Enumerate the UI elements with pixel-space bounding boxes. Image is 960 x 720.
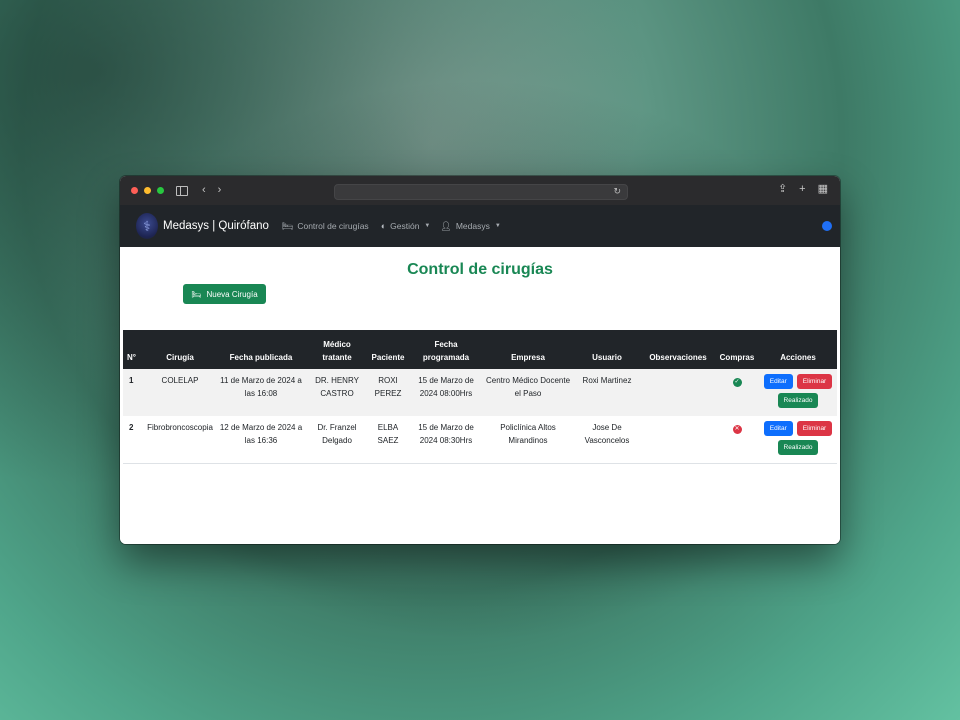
cell-fecha-programada: 15 de Marzo de 2024 08:00Hrs xyxy=(409,369,483,416)
page-title: Control de cirugías xyxy=(407,261,553,278)
cell-fecha-publicada: 12 de Marzo de 2024 a las 16:36 xyxy=(215,416,307,464)
row-actions: Editar Eliminar Realizado xyxy=(761,374,835,408)
cell-empresa: Policlínica Altos Mirandinos xyxy=(483,416,573,464)
done-button[interactable]: Realizado xyxy=(777,440,819,455)
tab-overview-icon[interactable]: ▦ xyxy=(818,184,828,195)
new-tab-icon[interactable]: + xyxy=(799,184,805,195)
nav-label: Gestión xyxy=(390,221,420,231)
delete-button[interactable]: Eliminar xyxy=(796,374,833,389)
header-cirugia: Cirugía xyxy=(145,330,215,369)
table-header-row: N° Cirugía Fecha publicada Médico tratan… xyxy=(123,330,837,369)
chevron-down-icon: ▼ xyxy=(494,223,501,229)
address-bar[interactable]: ↻ xyxy=(334,184,628,200)
x-circle-icon: ✕ xyxy=(732,425,742,434)
cell-observaciones xyxy=(641,416,715,464)
caduceus-logo-icon[interactable]: ⚕ xyxy=(136,213,158,239)
brand-name[interactable]: Medasys | Quirófano xyxy=(163,220,269,232)
header-paciente: Paciente xyxy=(367,330,409,369)
done-button[interactable]: Realizado xyxy=(777,393,819,408)
edit-button[interactable]: Editar xyxy=(763,374,793,389)
new-surgery-button[interactable]: 🛏︎ Nueva Cirugía xyxy=(183,284,266,304)
header-fecha-programada: Fecha programada xyxy=(409,330,483,369)
browser-window: ‹ › ↻ ⇪ + ▦ ⚕ Medasys | Quirófano 🛏︎ Con… xyxy=(120,176,840,544)
browser-titlebar: ‹ › ↻ ⇪ + ▦ xyxy=(120,176,840,205)
browser-actions: ⇪ + ▦ xyxy=(778,184,828,195)
table-row: 2 Fibrobroncoscopia 12 de Marzo de 2024 … xyxy=(123,416,837,464)
cell-num: 1 xyxy=(123,369,145,416)
main-content: Control de cirugías 🛏︎ Nueva Cirugía N° … xyxy=(120,247,840,544)
chevron-down-icon: ▼ xyxy=(424,223,431,229)
nav-label: Control de cirugías xyxy=(297,221,369,231)
header-medico: Médico tratante xyxy=(307,330,367,369)
user-icon: 👤︎ xyxy=(440,220,452,231)
cell-compras: ✓ xyxy=(715,369,759,416)
status-indicator xyxy=(822,221,832,231)
nav-label: Medasys xyxy=(455,221,490,231)
minimize-window-button[interactable] xyxy=(144,187,151,194)
back-icon[interactable]: ‹ xyxy=(202,185,206,196)
nav-gestion-dropdown[interactable]: ◐ Gestión ▼ xyxy=(381,221,431,231)
cell-usuario: Jose De Vasconcelos xyxy=(573,416,641,464)
nav-user-dropdown[interactable]: 👤︎ Medasys ▼ xyxy=(440,221,500,232)
cell-cirugia: Fibrobroncoscopia xyxy=(145,416,215,464)
zoom-window-button[interactable] xyxy=(157,187,164,194)
header-fecha-publicada: Fecha publicada xyxy=(215,330,307,369)
cell-cirugia: COLELAP xyxy=(145,369,215,416)
app-navbar: ⚕ Medasys | Quirófano 🛏︎ Control de ciru… xyxy=(120,205,840,247)
shield-icon: ◐ xyxy=(380,221,387,231)
bed-icon: 🛏︎ xyxy=(281,220,294,231)
new-surgery-label: Nueva Cirugía xyxy=(206,289,258,299)
row-actions: Editar Eliminar Realizado xyxy=(761,421,835,455)
share-icon[interactable]: ⇪ xyxy=(778,184,787,195)
row-actions-top: Editar Eliminar xyxy=(763,421,833,436)
cell-medico: Dr. Franzel Delgado xyxy=(307,416,367,464)
cell-observaciones xyxy=(641,369,715,416)
nav-control-cirugias[interactable]: 🛏︎ Control de cirugías xyxy=(282,221,369,232)
header-usuario: Usuario xyxy=(573,330,641,369)
window-controls xyxy=(131,187,164,194)
cell-fecha-publicada: 11 de Marzo de 2024 a las 16:08 xyxy=(215,369,307,416)
cell-usuario: Roxi Martinez xyxy=(573,369,641,416)
surgeries-table: N° Cirugía Fecha publicada Médico tratan… xyxy=(123,330,837,464)
cell-acciones: Editar Eliminar Realizado xyxy=(759,416,837,464)
header-acciones: Acciones xyxy=(759,330,837,369)
sidebar-toggle-icon[interactable] xyxy=(176,185,188,196)
check-circle-icon: ✓ xyxy=(732,378,742,387)
cell-paciente: ELBA SAEZ xyxy=(367,416,409,464)
cell-fecha-programada: 15 de Marzo de 2024 08:30Hrs xyxy=(409,416,483,464)
cell-paciente: ROXI PEREZ xyxy=(367,369,409,416)
header-observaciones: Observaciones xyxy=(641,330,715,369)
delete-button[interactable]: Eliminar xyxy=(796,421,833,436)
header-empresa: Empresa xyxy=(483,330,573,369)
close-window-button[interactable] xyxy=(131,187,138,194)
row-actions-top: Editar Eliminar xyxy=(763,374,833,389)
table-row: 1 COLELAP 11 de Marzo de 2024 a las 16:0… xyxy=(123,369,837,416)
reload-icon[interactable]: ↻ xyxy=(613,186,621,197)
cell-num: 2 xyxy=(123,416,145,464)
forward-icon[interactable]: › xyxy=(218,185,222,196)
cell-empresa: Centro Médico Docente el Paso xyxy=(483,369,573,416)
header-compras: Compras xyxy=(715,330,759,369)
header-num: N° xyxy=(123,330,145,369)
cell-acciones: Editar Eliminar Realizado xyxy=(759,369,837,416)
bed-icon: 🛏︎ xyxy=(191,289,202,299)
edit-button[interactable]: Editar xyxy=(763,421,793,436)
cell-medico: DR. HENRY CASTRO xyxy=(307,369,367,416)
cell-compras: ✕ xyxy=(715,416,759,464)
